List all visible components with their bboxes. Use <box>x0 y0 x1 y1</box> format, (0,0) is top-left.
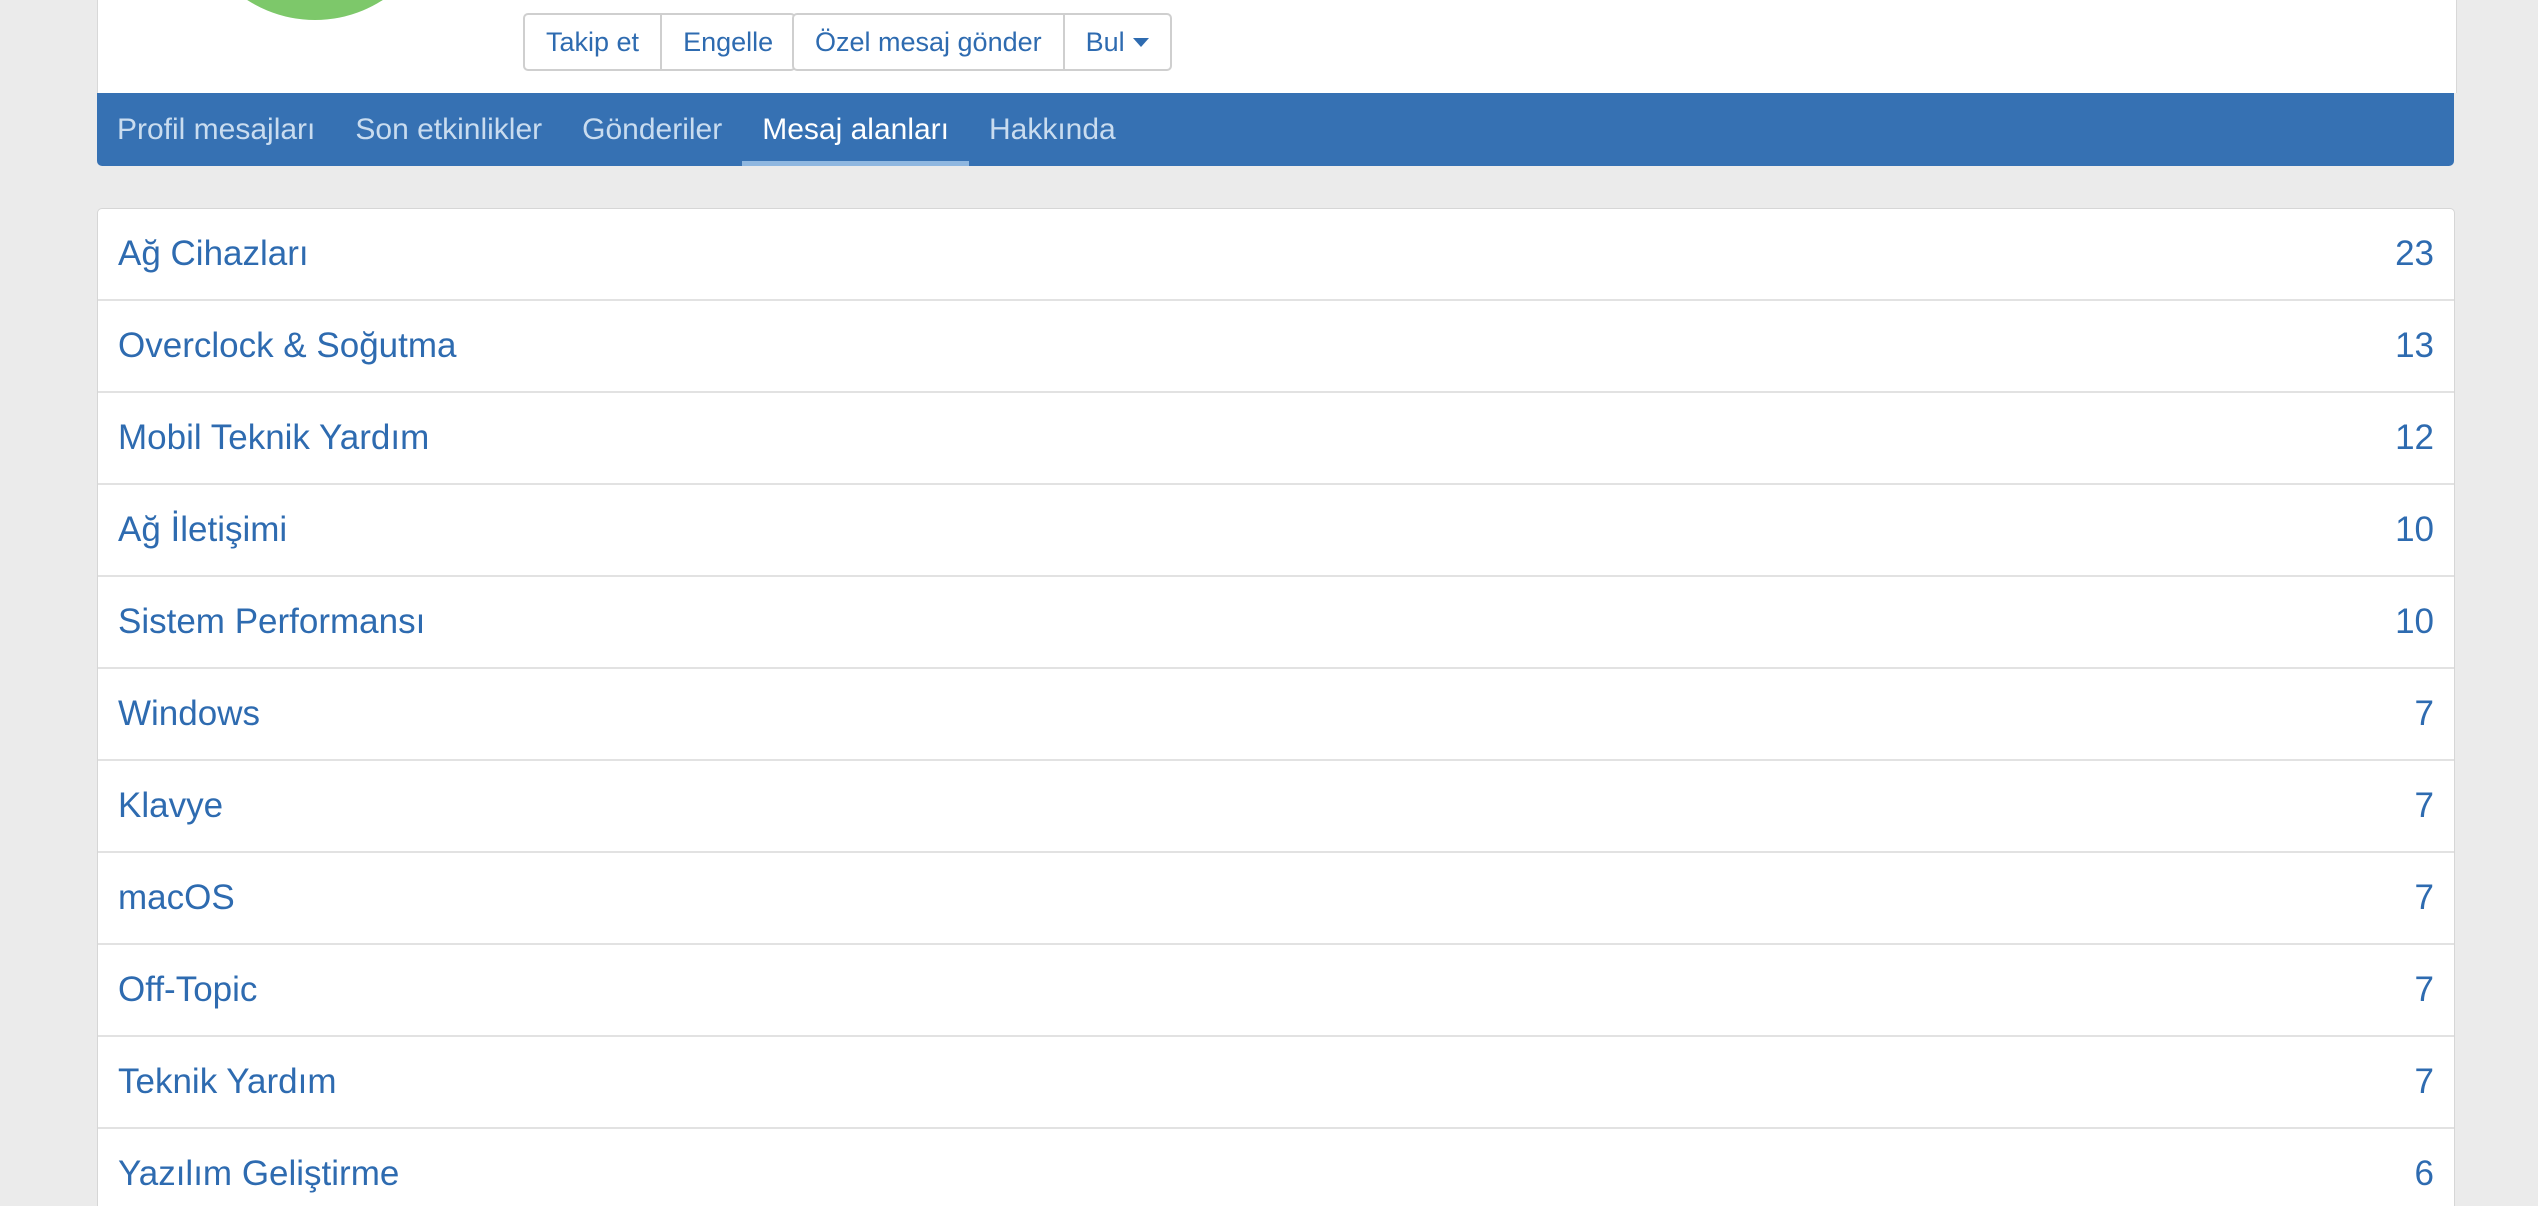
tab-about[interactable]: Hakkında <box>969 93 1136 166</box>
find-dropdown-button[interactable]: Bul <box>1062 15 1170 69</box>
message-count: 7 <box>2414 878 2434 917</box>
list-item[interactable]: Windows 7 <box>98 669 2454 761</box>
list-item[interactable]: Off-Topic 7 <box>98 945 2454 1037</box>
message-count: 7 <box>2414 694 2434 733</box>
profile-header: Takip et Engelle Özel mesaj gönder Bul <box>97 0 2457 93</box>
send-private-message-button[interactable]: Özel mesaj gönder <box>794 15 1063 69</box>
forum-name-link[interactable]: Klavye <box>118 786 223 826</box>
tab-posts[interactable]: Gönderiler <box>562 93 742 166</box>
message-count: 7 <box>2414 786 2434 825</box>
forum-name-link[interactable]: Ağ Cihazları <box>118 234 309 274</box>
tab-recent-activity[interactable]: Son etkinlikler <box>335 93 562 166</box>
message-count: 7 <box>2414 970 2434 1009</box>
forum-name-link[interactable]: Ağ İletişimi <box>118 510 287 550</box>
list-item[interactable]: Overclock & Soğutma 13 <box>98 301 2454 393</box>
find-label: Bul <box>1085 26 1125 57</box>
forum-name-link[interactable]: Yazılım Geliştirme <box>118 1154 399 1194</box>
follow-button[interactable]: Takip et <box>525 15 660 69</box>
message-count: 10 <box>2395 510 2434 549</box>
tab-message-areas[interactable]: Mesaj alanları <box>742 93 969 166</box>
list-item[interactable]: Ağ Cihazları 23 <box>98 209 2454 301</box>
message-count: 13 <box>2395 326 2434 365</box>
forum-name-link[interactable]: Overclock & Soğutma <box>118 326 456 366</box>
list-item[interactable]: Sistem Performansı 10 <box>98 577 2454 669</box>
forum-name-link[interactable]: Windows <box>118 694 260 734</box>
block-button[interactable]: Engelle <box>660 15 794 69</box>
forum-name-link[interactable]: Off-Topic <box>118 970 257 1010</box>
profile-tabs: Profil mesajları Son etkinlikler Gönderi… <box>97 93 2454 166</box>
message-count: 7 <box>2414 1062 2434 1101</box>
list-item[interactable]: Teknik Yardım 7 <box>98 1037 2454 1129</box>
forum-name-link[interactable]: Teknik Yardım <box>118 1062 337 1102</box>
forum-name-link[interactable]: macOS <box>118 878 235 918</box>
follow-block-group: Takip et Engelle <box>523 13 797 71</box>
list-item[interactable]: macOS 7 <box>98 853 2454 945</box>
message-count: 12 <box>2395 418 2434 457</box>
forum-name-link[interactable]: Sistem Performansı <box>118 602 425 642</box>
forum-list: Ağ Cihazları 23 Overclock & Soğutma 13 M… <box>97 208 2455 1206</box>
list-item[interactable]: Ağ İletişimi 10 <box>98 485 2454 577</box>
forum-name-link[interactable]: Mobil Teknik Yardım <box>118 418 429 458</box>
tab-profile-messages[interactable]: Profil mesajları <box>97 93 335 166</box>
caret-down-icon <box>1132 37 1149 47</box>
list-item[interactable]: Yazılım Geliştirme 6 <box>98 1129 2454 1206</box>
message-count: 10 <box>2395 602 2434 641</box>
message-find-group: Özel mesaj gönder Bul <box>792 13 1172 71</box>
page: Takip et Engelle Özel mesaj gönder Bul P… <box>0 0 2538 1206</box>
avatar[interactable] <box>190 0 440 20</box>
message-count: 6 <box>2414 1154 2434 1193</box>
list-item[interactable]: Mobil Teknik Yardım 12 <box>98 393 2454 485</box>
list-item[interactable]: Klavye 7 <box>98 761 2454 853</box>
message-count: 23 <box>2395 234 2434 273</box>
